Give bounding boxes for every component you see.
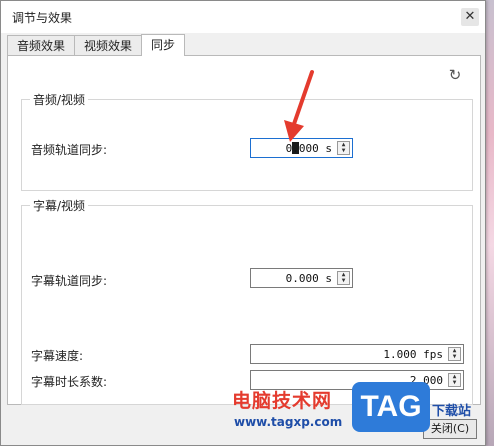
tab-video-effects[interactable]: 视频效果 xyxy=(74,35,143,56)
audio-sync-stepper[interactable]: ▲ ▼ xyxy=(337,141,350,155)
subtitle-duration-label: 字幕时长系数: xyxy=(31,375,108,389)
close-window-button[interactable]: ✕ xyxy=(461,8,479,26)
watermark-url: www.tagxp.com xyxy=(234,415,343,429)
close-button[interactable]: 关闭(C) xyxy=(423,419,477,439)
subtitle-track-sync-label: 字幕轨道同步: xyxy=(31,274,108,288)
watermark-logo: TAG xyxy=(352,382,430,432)
effects-dialog: 调节与效果 ✕ 音频效果 视频效果 同步 ↻ 音频/视频 音频轨道同步: 0.0… xyxy=(0,0,486,446)
annotation-arrow-icon xyxy=(284,70,314,142)
audio-video-group-title: 音频/视频 xyxy=(30,91,89,108)
audio-track-sync-label: 音频轨道同步: xyxy=(31,143,108,157)
refresh-icon[interactable]: ↻ xyxy=(447,67,463,83)
window-title: 调节与效果 xyxy=(12,11,73,25)
title-bar: 调节与效果 ✕ xyxy=(1,1,485,33)
tab-audio-effects[interactable]: 音频效果 xyxy=(7,35,76,56)
subtitle-video-group-title: 字幕/视频 xyxy=(30,197,89,214)
subtitle-duration-stepper[interactable]: ▲ ▼ xyxy=(448,373,461,387)
watermark-text: 电脑技术网 xyxy=(232,390,333,412)
subtitle-speed-input[interactable]: 1.000 fps ▲ ▼ xyxy=(250,344,464,364)
subtitle-sync-stepper[interactable]: ▲ ▼ xyxy=(337,271,350,285)
subtitle-speed-stepper[interactable]: ▲ ▼ xyxy=(448,347,461,361)
chevron-down-icon[interactable]: ▼ xyxy=(338,278,349,284)
subtitle-track-sync-input[interactable]: 0.000 s ▲ ▼ xyxy=(250,268,353,288)
subtitle-speed-label: 字幕速度: xyxy=(31,349,84,363)
chevron-down-icon[interactable]: ▼ xyxy=(449,380,460,386)
watermark-extra: 下载站 xyxy=(432,404,472,419)
chevron-down-icon[interactable]: ▼ xyxy=(449,354,460,360)
tab-bar: 音频效果 视频效果 同步 xyxy=(7,34,186,56)
tab-sync[interactable]: 同步 xyxy=(141,34,186,56)
chevron-down-icon[interactable]: ▼ xyxy=(338,148,349,154)
